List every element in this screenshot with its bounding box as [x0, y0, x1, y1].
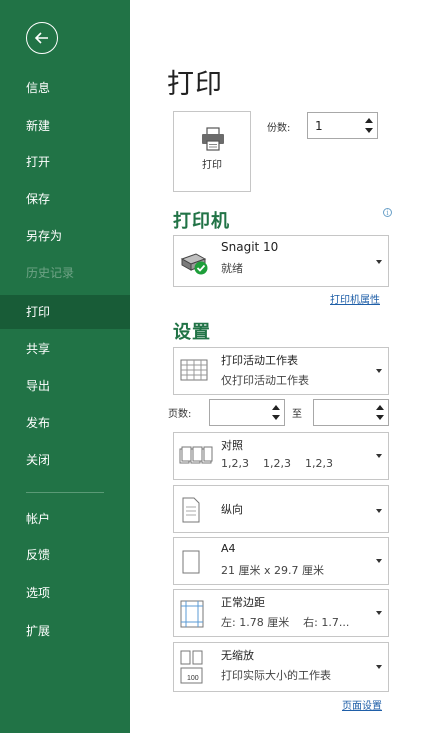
margins-dropdown[interactable]: 正常边距 左: 1.78 厘米 右: 1.7...	[173, 589, 389, 637]
print-what-subtitle: 仅打印活动工作表	[221, 374, 309, 387]
print-backstage: 信息 新建 打开 保存 另存为 历史记录 打印 共享 导出 发布 关闭 帐户 反…	[0, 0, 424, 733]
copies-value: 1	[315, 119, 323, 133]
chevron-down-icon	[376, 454, 382, 458]
pages-from-spinner[interactable]	[272, 403, 280, 422]
chevron-down-icon	[376, 369, 382, 373]
scaling-icon: 100	[180, 650, 203, 684]
printer-dropdown[interactable]: Snagit 10 就绪	[173, 235, 389, 287]
sidebar-item-save[interactable]: 保存	[0, 182, 130, 216]
sidebar-item-account[interactable]: 帐户	[0, 502, 130, 536]
pages-to-spinner[interactable]	[376, 403, 384, 422]
sidebar-item-export[interactable]: 导出	[0, 369, 130, 403]
sheet-grid-icon	[180, 359, 208, 381]
orientation-dropdown[interactable]: 纵向	[173, 485, 389, 533]
copies-spinner[interactable]	[365, 116, 373, 135]
pages-from-stepper[interactable]	[209, 399, 285, 426]
scaling-subtitle: 打印实际大小的工作表	[221, 669, 331, 682]
collate-icon	[179, 446, 213, 464]
spin-up-icon[interactable]	[365, 118, 373, 123]
back-arrow-icon	[34, 32, 48, 44]
portrait-page-icon	[182, 497, 200, 523]
chevron-down-icon	[376, 611, 382, 615]
sidebar-item-share[interactable]: 共享	[0, 332, 130, 366]
spin-up-icon[interactable]	[376, 405, 384, 410]
spin-down-icon[interactable]	[365, 128, 373, 133]
spin-down-icon[interactable]	[272, 415, 280, 420]
back-button[interactable]	[26, 22, 58, 54]
info-icon[interactable]: i	[383, 208, 392, 217]
sidebar-item-options[interactable]: 选项	[0, 576, 130, 610]
spin-up-icon[interactable]	[272, 405, 280, 410]
printer-properties-link[interactable]: 打印机属性	[330, 291, 380, 306]
orientation-title: 纵向	[221, 503, 243, 516]
margins-subtitle: 左: 1.78 厘米 右: 1.7...	[221, 616, 350, 629]
sidebar-item-history: 历史记录	[26, 266, 75, 280]
paper-size-subtitle: 21 厘米 x 29.7 厘米	[221, 564, 324, 577]
scaling-dropdown[interactable]: 100 无缩放 打印实际大小的工作表	[173, 642, 389, 692]
collate-dropdown[interactable]: 对照 1,2,3 1,2,3 1,2,3	[173, 432, 389, 480]
collate-subtitle: 1,2,3 1,2,3 1,2,3	[221, 457, 333, 470]
scaling-title: 无缩放	[221, 649, 254, 662]
page-setup-link[interactable]: 页面设置	[342, 697, 382, 712]
margins-icon	[180, 600, 204, 628]
print-what-title: 打印活动工作表	[221, 354, 298, 367]
pages-to-stepper[interactable]	[313, 399, 389, 426]
sidebar-divider	[26, 492, 104, 493]
print-panel: 打印 打印 份数: 1 打印机 i Snagit 10 就绪 打印机属性 设置 …	[130, 0, 424, 733]
paper-size-title: A4	[221, 542, 236, 555]
print-what-dropdown[interactable]: 打印活动工作表 仅打印活动工作表	[173, 347, 389, 395]
margins-title: 正常边距	[221, 596, 265, 609]
chevron-down-icon	[376, 559, 382, 563]
sidebar-item-save-as[interactable]: 另存为	[0, 219, 130, 253]
sidebar-item-publish[interactable]: 发布	[0, 406, 130, 440]
printer-section-title: 打印机	[173, 211, 230, 232]
sidebar-item-open[interactable]: 打开	[0, 145, 130, 179]
printer-ready-icon	[180, 253, 208, 275]
print-button[interactable]: 打印	[173, 111, 251, 192]
sidebar-item-info[interactable]: 信息	[0, 71, 130, 105]
chevron-down-icon	[376, 509, 382, 513]
copies-label: 份数:	[267, 123, 291, 134]
copies-stepper[interactable]: 1	[307, 112, 378, 139]
sidebar-item-close[interactable]: 关闭	[0, 443, 130, 477]
backstage-sidebar: 信息 新建 打开 保存 另存为 历史记录 打印 共享 导出 发布 关闭 帐户 反…	[0, 0, 130, 733]
scaling-icon-text: 100	[187, 675, 199, 682]
sidebar-item-print[interactable]: 打印	[0, 295, 130, 329]
print-button-label: 打印	[202, 160, 222, 171]
settings-section-title: 设置	[173, 322, 211, 343]
spin-down-icon[interactable]	[376, 415, 384, 420]
pages-to-label: 至	[292, 409, 302, 420]
paper-size-icon	[182, 550, 200, 574]
sidebar-item-new[interactable]: 新建	[0, 109, 130, 143]
collate-title: 对照	[221, 439, 243, 452]
chevron-down-icon	[376, 260, 382, 264]
sidebar-item-extensions[interactable]: 扩展	[0, 614, 130, 648]
paper-size-dropdown[interactable]: A4 21 厘米 x 29.7 厘米	[173, 537, 389, 585]
printer-name: Snagit 10	[221, 240, 279, 254]
printer-status: 就绪	[221, 262, 243, 275]
page-title: 打印	[167, 69, 223, 100]
sidebar-item-feedback[interactable]: 反馈	[0, 538, 130, 572]
printer-icon	[202, 127, 224, 151]
pages-label: 页数:	[168, 409, 192, 420]
chevron-down-icon	[376, 665, 382, 669]
